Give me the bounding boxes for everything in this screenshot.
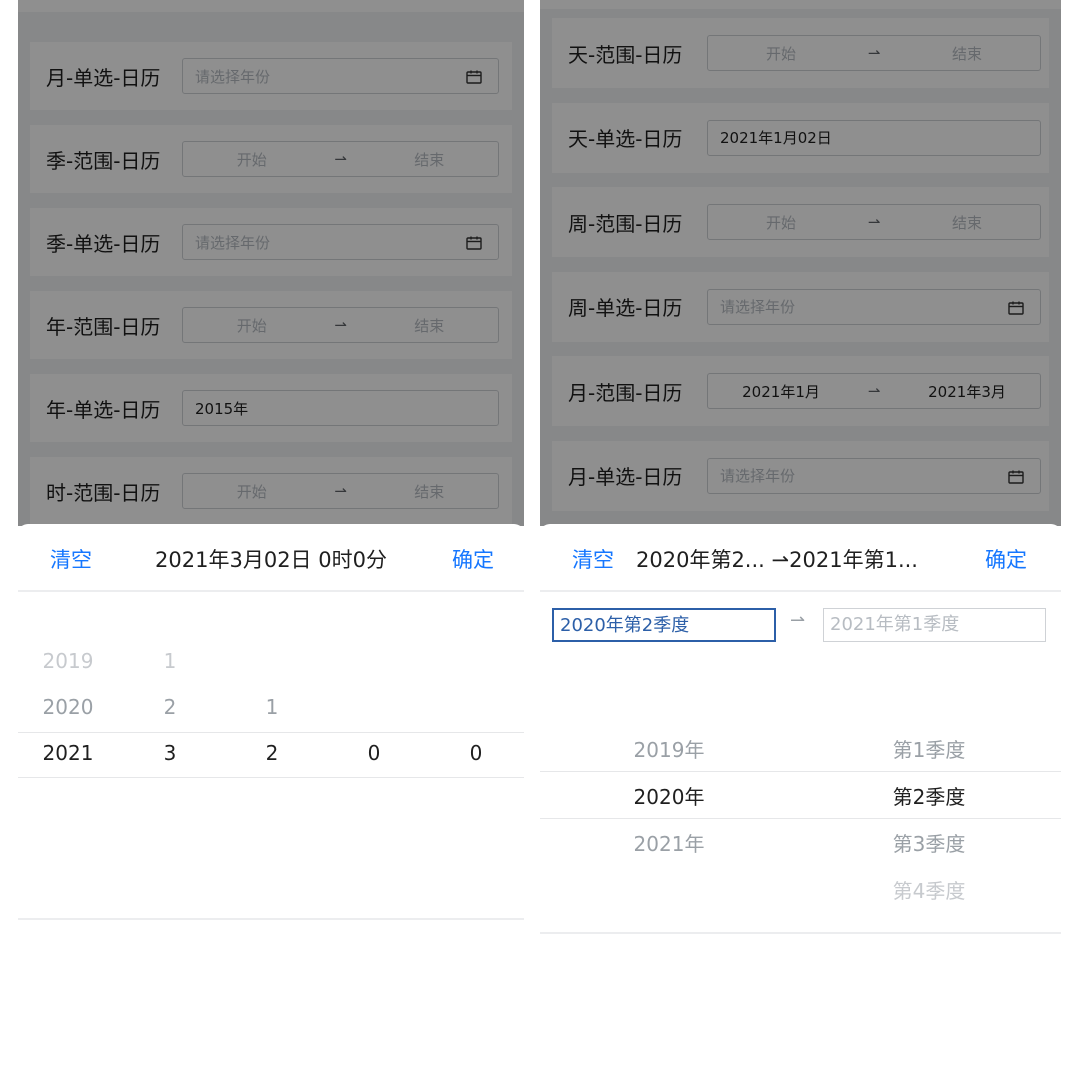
divider — [540, 932, 1061, 934]
wheel-option[interactable]: 第4季度 — [893, 875, 966, 904]
modal-overlay[interactable] — [18, 0, 524, 526]
panel-right-quarter-range-picker: 天-范围-日历 开始 ⇀ 结束 天-单选-日历 2021年1月02日 周-范围-日历 开始 ⇀ 结… — [540, 0, 1061, 935]
modal-overlay[interactable] — [540, 0, 1061, 526]
wheel-option[interactable]: 第2季度 — [893, 781, 966, 810]
picker-header: 清空 2020年第2... ⇀2021年第1... 确定 — [540, 524, 1061, 592]
confirm-button[interactable]: 确定 — [452, 544, 494, 574]
clear-button[interactable]: 清空 — [572, 544, 614, 574]
wheel-option[interactable]: 1 — [266, 695, 279, 719]
picker-title: 2021年3月02日 0时0分 — [155, 548, 387, 572]
wheel-option[interactable]: 2019年 — [634, 734, 705, 763]
divider — [18, 918, 524, 920]
title-start: 2020年第2... — [636, 548, 765, 572]
title-end: 2021年第1... — [789, 548, 918, 572]
wheel-option[interactable]: 2020年 — [634, 781, 705, 810]
picker-wheels[interactable]: 2019 2020 2021 1 2 3 1 2 0 0 — [18, 592, 524, 920]
picker-header: 清空 2021年3月02日 0时0分 确定 — [18, 524, 524, 592]
wheel-option[interactable]: 第1季度 — [893, 734, 966, 763]
range-end-tab[interactable]: 2021年第1季度 — [823, 608, 1046, 642]
wheel-option[interactable]: 2020 — [43, 695, 94, 719]
picker-title: 2020年第2... ⇀2021年第1... — [636, 544, 951, 574]
selection-band — [540, 771, 1061, 819]
panel-left-datetime-picker: 月-单选-日历 请选择年份 季-范围-日历 开始 ⇀ 结束 季-单选-日历 请选择年份 年-范围… — [18, 0, 524, 922]
wheel-option[interactable]: 2021年 — [634, 828, 705, 857]
wheel-option[interactable]: 第3季度 — [893, 828, 966, 857]
wheel-option[interactable]: 2 — [266, 741, 279, 765]
wheel-option[interactable]: 0 — [368, 741, 381, 765]
wheel-option[interactable]: 0 — [470, 741, 483, 765]
wheel-option[interactable]: 2 — [164, 695, 177, 719]
picker-wheels[interactable]: 2019年 2020年 2021年 第1季度第2季度第3季度第4季度 — [540, 724, 1061, 924]
range-start-tab[interactable]: 2020年第2季度 — [552, 608, 776, 642]
title-arrow: ⇀ — [771, 548, 790, 572]
picker-sheet: 清空 2020年第2... ⇀2021年第1... 确定 2020年第2季度 ⇀… — [540, 524, 1061, 935]
confirm-button[interactable]: 确定 — [985, 544, 1027, 574]
wheel-option[interactable]: 2019 — [43, 649, 94, 673]
wheel-option[interactable]: 2021 — [43, 741, 94, 765]
picker-sheet: 清空 2021年3月02日 0时0分 确定 2019 2020 2021 1 2 3 1 2 0… — [18, 524, 524, 922]
wheel-option[interactable]: 1 — [164, 649, 177, 673]
range-arrow: ⇀ — [790, 610, 806, 631]
wheel-option[interactable]: 3 — [164, 741, 177, 765]
